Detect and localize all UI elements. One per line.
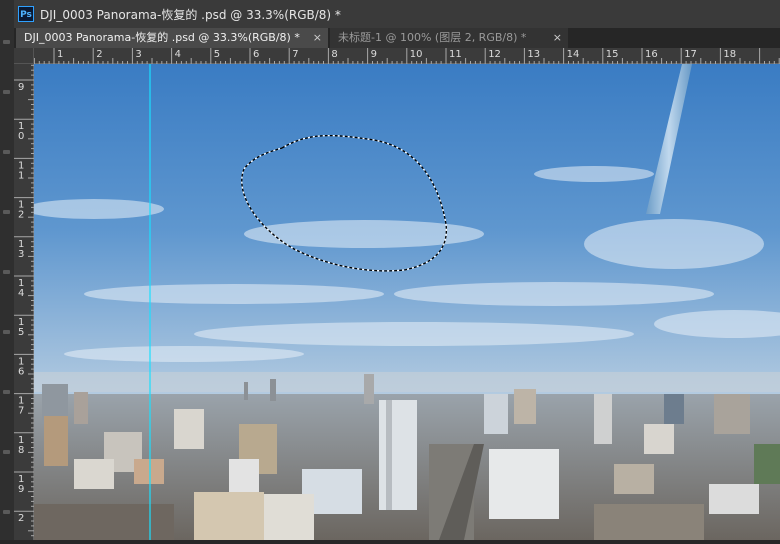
ruler-label: 11: [449, 49, 462, 60]
document-canvas[interactable]: [34, 64, 780, 540]
ruler-label: 13: [527, 49, 540, 60]
ruler-label: 2: [18, 513, 24, 524]
tool-handle[interactable]: [3, 90, 10, 94]
ruler-label: 4: [18, 288, 24, 299]
close-icon[interactable]: ×: [553, 28, 562, 48]
ruler-label: 6: [253, 49, 259, 60]
tool-handle[interactable]: [3, 330, 10, 334]
ruler-label: 3: [18, 249, 24, 260]
ruler-label: 5: [214, 49, 220, 60]
tab-untitled-document[interactable]: 未标题-1 @ 100% (图层 2, RGB/8) * ×: [330, 28, 568, 48]
window-title: DJI_0003 Panorama-恢复的 .psd @ 33.3%(RGB/8…: [40, 8, 341, 22]
ruler-label: 7: [292, 49, 298, 60]
ruler-label: 6: [18, 366, 24, 377]
horizontal-ruler[interactable]: 1 2 3 4 5 6 7 8 9 10 11 12 13 14 15 16 17 18: [33, 48, 780, 64]
ruler-label: 5: [18, 327, 24, 338]
ruler-label: 10: [410, 49, 423, 60]
ruler-label: 4: [175, 49, 181, 60]
tool-handle[interactable]: [3, 210, 10, 214]
horizon-haze: [34, 372, 780, 392]
vertical-ruler[interactable]: 9101112131415161718192: [14, 64, 34, 540]
ruler-label: 8: [18, 445, 24, 456]
ruler-label: 17: [684, 49, 697, 60]
ruler-label: 9: [371, 49, 377, 60]
ruler-label: 9: [18, 484, 24, 495]
ruler-label: 18: [723, 49, 736, 60]
ruler-label: 2: [96, 49, 102, 60]
title-bar: Ps DJI_0003 Panorama-恢复的 .psd @ 33.3%(RG…: [14, 0, 780, 29]
ruler-label: 2: [18, 210, 24, 221]
tool-handle[interactable]: [3, 390, 10, 394]
tool-handle[interactable]: [3, 510, 10, 514]
ruler-label: 0: [18, 131, 24, 142]
ruler-label: 7: [18, 406, 24, 417]
horizontal-ruler-ticks: 1 2 3 4 5 6 7 8 9 10 11 12 13 14 15 16 17 18: [33, 48, 780, 64]
city-skyline: [34, 374, 780, 540]
tool-handle[interactable]: [3, 270, 10, 274]
close-icon[interactable]: ×: [313, 28, 322, 48]
ruler-label: 9: [18, 82, 24, 93]
ruler-label: 8: [331, 49, 337, 60]
tab-label: DJI_0003 Panorama-恢复的 .psd @ 33.3%(RGB/8…: [24, 31, 300, 44]
tab-label: 未标题-1 @ 100% (图层 2, RGB/8) *: [338, 31, 527, 44]
vertical-ruler-ticks: 9101112131415161718192: [14, 64, 34, 537]
panorama-image: [34, 64, 780, 540]
tool-handle[interactable]: [3, 150, 10, 154]
ruler-label: 15: [606, 49, 619, 60]
ruler-label: 12: [488, 49, 501, 60]
tool-handle[interactable]: [3, 450, 10, 454]
photoshop-icon: Ps: [18, 6, 34, 22]
ruler-label: 3: [135, 49, 141, 60]
ruler-label: 1: [18, 170, 24, 181]
ruler-label: 16: [645, 49, 658, 60]
ruler-origin[interactable]: [14, 48, 34, 64]
tab-panorama-document[interactable]: DJI_0003 Panorama-恢复的 .psd @ 33.3%(RGB/8…: [16, 28, 328, 48]
ruler-label: 1: [57, 49, 63, 60]
tool-strip: [0, 0, 15, 540]
ruler-label: 14: [567, 49, 580, 60]
tool-handle[interactable]: [3, 40, 10, 44]
document-tab-bar: DJI_0003 Panorama-恢复的 .psd @ 33.3%(RGB/8…: [14, 28, 780, 48]
